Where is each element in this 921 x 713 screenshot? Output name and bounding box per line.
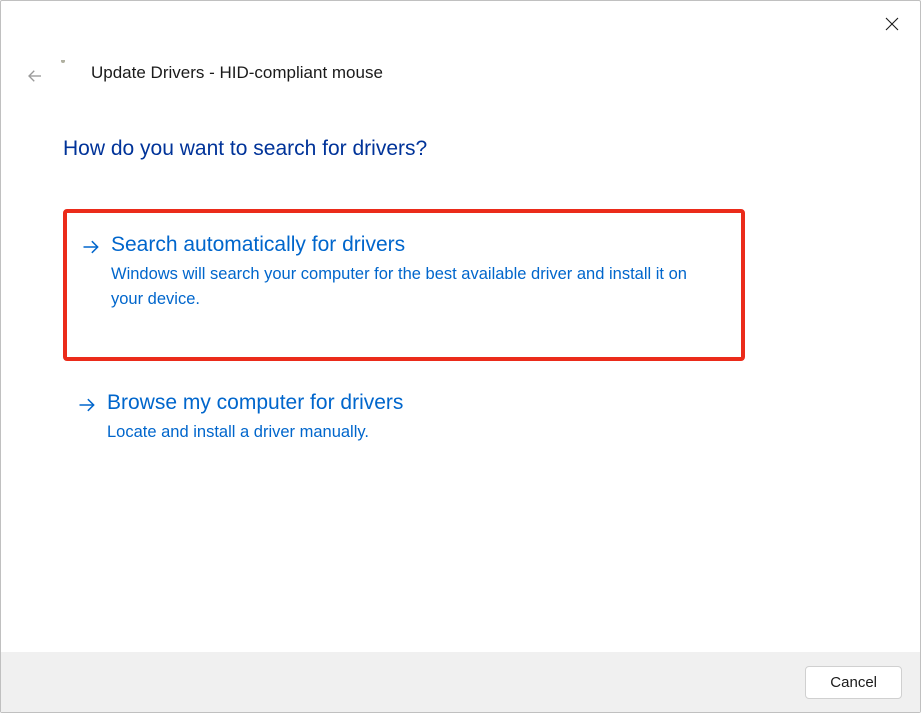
arrow-right-icon: [81, 237, 101, 262]
option-description: Windows will search your computer for th…: [111, 262, 719, 312]
option-title: Browse my computer for drivers: [107, 389, 723, 416]
option-description: Locate and install a driver manually.: [107, 420, 723, 445]
page-heading: How do you want to search for drivers?: [63, 137, 427, 161]
arrow-right-icon: [77, 395, 97, 420]
cancel-button[interactable]: Cancel: [805, 666, 902, 699]
close-icon: [883, 15, 901, 36]
back-button: [23, 65, 47, 89]
window-title: Update Drivers - HID-compliant mouse: [91, 63, 383, 83]
back-arrow-icon: [26, 67, 44, 88]
option-search-automatically[interactable]: Search automatically for drivers Windows…: [63, 209, 745, 361]
option-title: Search automatically for drivers: [111, 231, 719, 258]
device-icon: [63, 61, 79, 85]
footer: Cancel: [1, 652, 920, 712]
title-row: Update Drivers - HID-compliant mouse: [63, 61, 383, 85]
option-browse-computer[interactable]: Browse my computer for drivers Locate an…: [63, 383, 745, 451]
close-button[interactable]: [878, 11, 906, 39]
